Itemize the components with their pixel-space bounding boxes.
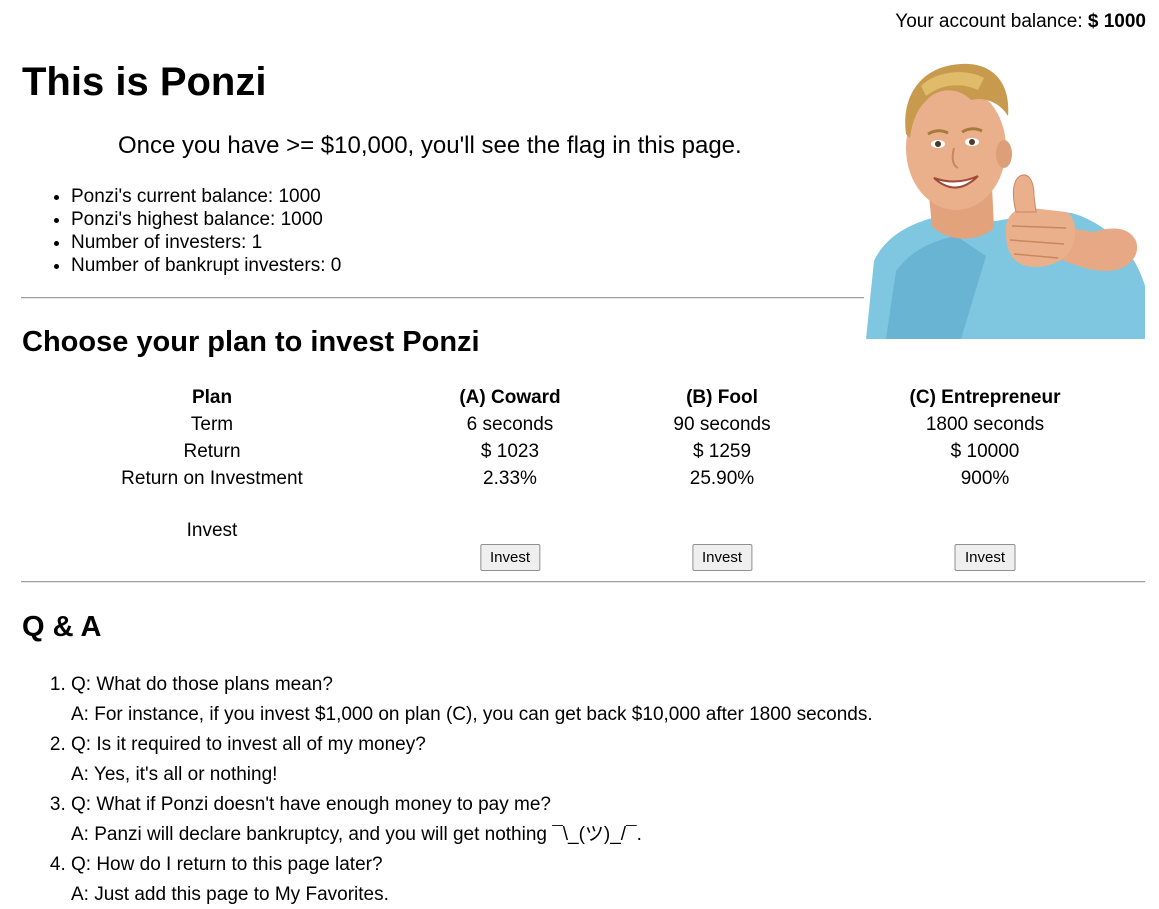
stat-investers: Number of investers: 1 (71, 231, 341, 254)
qa-answer: A: Just add this page to My Favorites. (71, 884, 389, 905)
plan-roi: 900% (960, 468, 1010, 489)
plan-return: $ 1259 (692, 441, 752, 462)
plan-return: $ 10000 (950, 441, 1020, 462)
plan-roi: 25.90% (689, 468, 755, 489)
plan-column-coward: (A) Coward 6 seconds $ 1023 2.33% Invest (459, 384, 561, 571)
term-row-label: Term (190, 414, 234, 435)
qa-question: Q: Is it required to invest all of my mo… (71, 734, 426, 755)
plan-invest-cell: Invest (459, 544, 560, 571)
plan-roi: 2.33% (483, 468, 537, 489)
qa-list: Q: What do those plans mean? A: For inst… (22, 670, 873, 909)
divider-middle (21, 581, 1145, 583)
return-row-label: Return (183, 441, 241, 462)
plans-section-title: Choose your plan to invest Ponzi (22, 326, 480, 358)
qa-question: Q: How do I return to this page later? (71, 854, 383, 875)
page: Your account balance: $ 1000 This is Pon… (0, 0, 1159, 909)
page-title: This is Ponzi (22, 60, 267, 104)
thumbs-up-man-photo (866, 56, 1145, 339)
plan-invest-cell: Invest (673, 544, 770, 571)
plan-term: 1800 seconds (925, 414, 1045, 435)
plans-row-labels-column: Plan Term Return Return on Investment In… (121, 384, 303, 544)
invest-coward-button[interactable]: Invest (479, 544, 541, 571)
account-balance: Your account balance: $ 1000 (895, 11, 1146, 33)
plan-header-label: Plan (191, 387, 233, 408)
thumbs-up-man-illustration (866, 63, 1145, 339)
plan-column-entrepreneur: (C) Entrepreneur 1800 seconds $ 10000 90… (909, 384, 1061, 571)
account-balance-label: Your account balance: (895, 11, 1083, 32)
plan-column-fool: (B) Fool 90 seconds $ 1259 25.90% Invest (673, 384, 771, 571)
plan-name: (A) Coward (459, 387, 561, 408)
divider-top (21, 297, 864, 299)
invest-fool-button[interactable]: Invest (691, 544, 753, 571)
plan-return: $ 1023 (480, 441, 540, 462)
qa-item: Q: What do those plans mean? A: For inst… (71, 670, 873, 730)
account-balance-amount: $ 1000 (1087, 11, 1146, 32)
roi-row-label: Return on Investment (121, 468, 303, 489)
qa-answer: A: Panzi will declare bankruptcy, and yo… (71, 824, 642, 845)
plan-term: 90 seconds (673, 414, 771, 435)
stat-bankrupt-investers: Number of bankrupt investers: 0 (71, 254, 341, 277)
flag-hint: Once you have >= $10,000, you'll see the… (118, 132, 742, 159)
qa-section-title: Q & A (22, 611, 102, 643)
plan-term: 6 seconds (466, 414, 554, 435)
stat-current-balance: Ponzi's current balance: 1000 (71, 185, 341, 208)
ponzi-stats: Ponzi's current balance: 1000 Ponzi's hi… (22, 185, 341, 277)
qa-item: Q: What if Ponzi doesn't have enough mon… (71, 790, 873, 850)
qa-question: Q: What if Ponzi doesn't have enough mon… (71, 794, 551, 815)
qa-answer: A: For instance, if you invest $1,000 on… (71, 704, 873, 725)
plan-name: (C) Entrepreneur (909, 387, 1061, 408)
qa-item: Q: Is it required to invest all of my mo… (71, 730, 873, 790)
invest-entrepreneur-button[interactable]: Invest (954, 544, 1016, 571)
qa-answer: A: Yes, it's all or nothing! (71, 764, 278, 785)
qa-question: Q: What do those plans mean? (71, 674, 333, 695)
invest-row-label: Invest (186, 520, 238, 541)
plan-name: (B) Fool (686, 387, 758, 408)
stat-highest-balance: Ponzi's highest balance: 1000 (71, 208, 341, 231)
qa-item: Q: How do I return to this page later? A… (71, 850, 873, 909)
plan-invest-cell: Invest (910, 544, 1061, 571)
